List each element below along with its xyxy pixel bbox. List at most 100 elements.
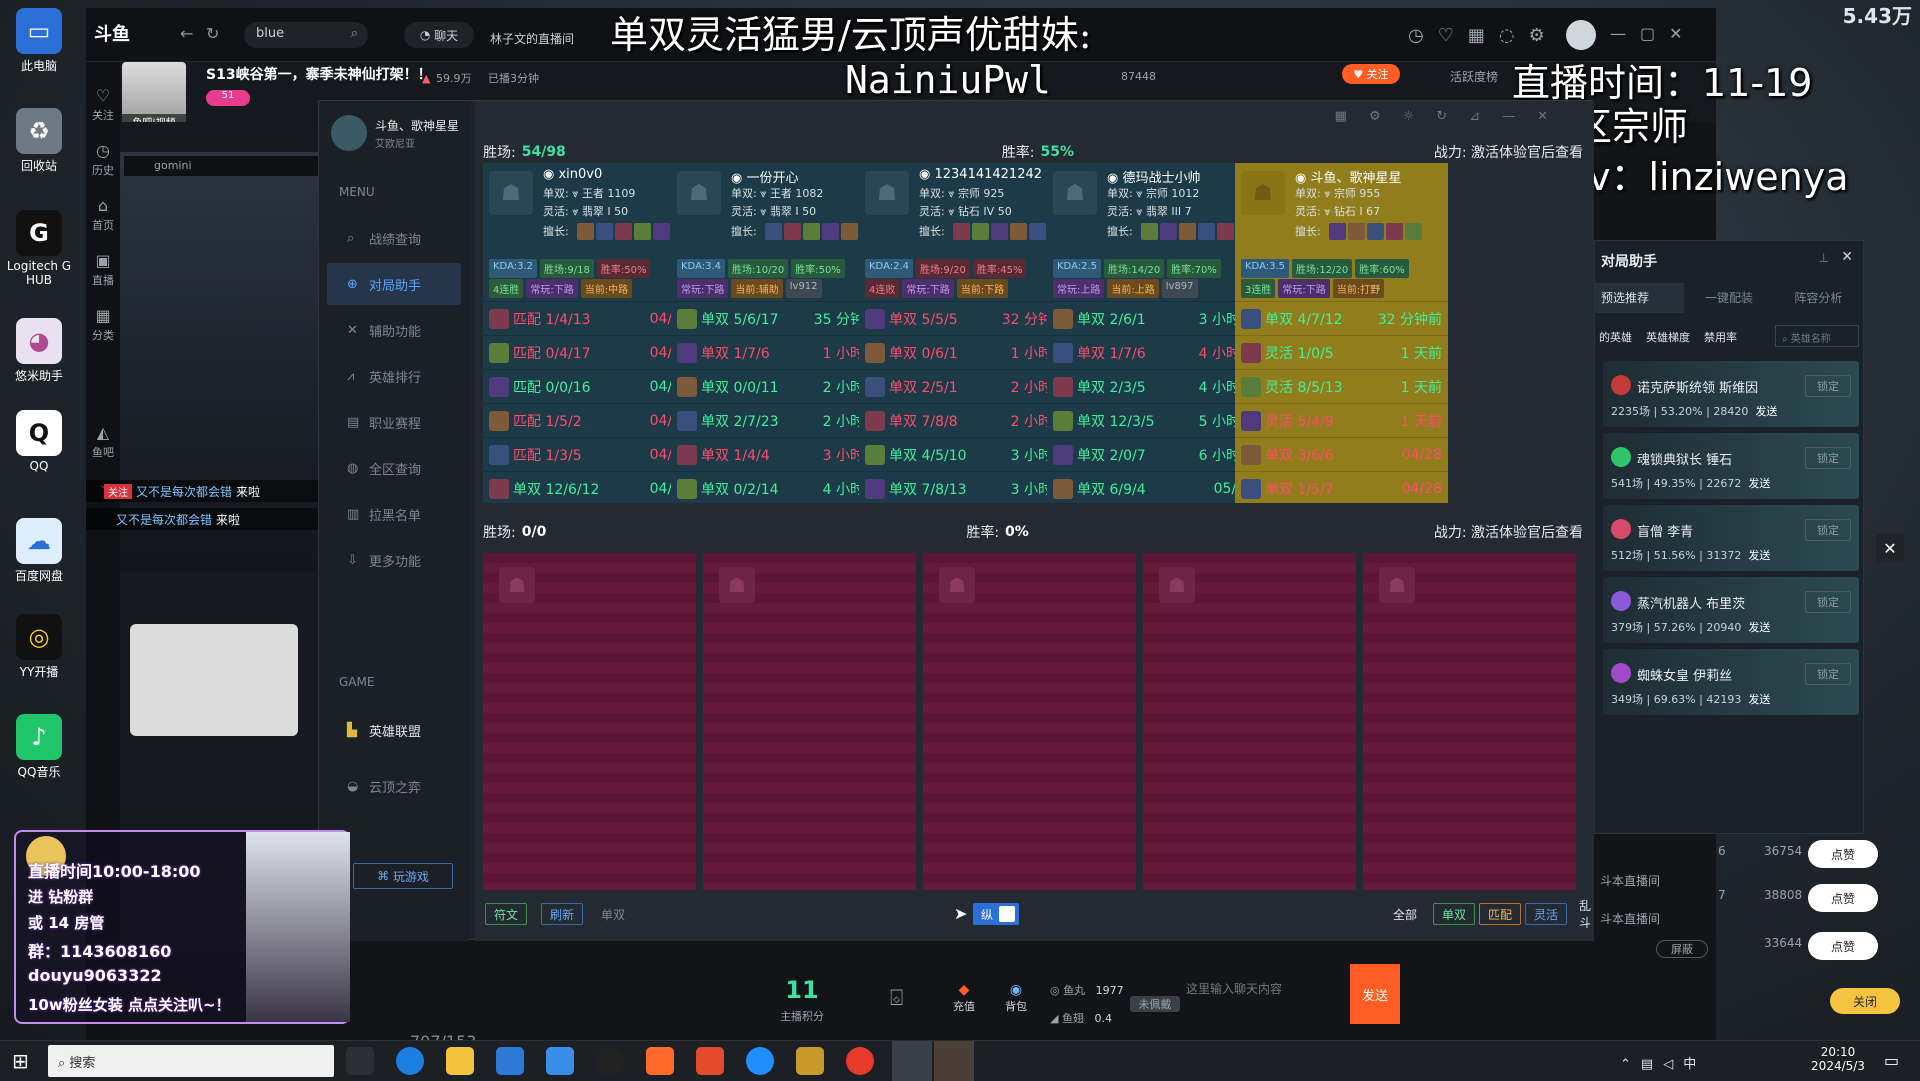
search-icon[interactable]: ⌕ xyxy=(351,26,358,41)
volume-icon[interactable]: ◁ xyxy=(1663,1057,1683,1072)
match-row[interactable]: 单双 2/6/1 3 小时前 xyxy=(1047,301,1260,335)
champion-icon[interactable] xyxy=(1141,223,1158,240)
like-button[interactable]: 点赞 xyxy=(1808,932,1878,960)
summoner-avatar[interactable] xyxy=(331,115,367,151)
champion-icon[interactable] xyxy=(841,223,858,240)
subtab-my-heroes[interactable]: 的英雄 xyxy=(1599,329,1632,345)
champion-icon[interactable] xyxy=(765,223,782,240)
refresh-icon[interactable]: ↻ xyxy=(206,24,219,43)
champion-icon[interactable] xyxy=(1198,223,1215,240)
tab-room[interactable]: 林子文的直播间 xyxy=(490,30,574,47)
send-link[interactable]: 发送 xyxy=(1748,693,1770,706)
chat-button[interactable]: ◔ 聊天 xyxy=(404,22,474,48)
hero-search-input[interactable]: ⌕ 英雄名称 xyxy=(1775,325,1859,347)
nav-follow[interactable]: ♡ 关注 xyxy=(86,86,120,123)
match-row[interactable]: 匹配 1/3/5 04/28 xyxy=(483,437,696,471)
champion-icon[interactable] xyxy=(1367,223,1384,240)
filter-aram[interactable]: 乱斗 xyxy=(1571,899,1599,930)
play-game-button[interactable]: ⌘ 玩游戏 xyxy=(353,863,453,889)
hero-recommend-item[interactable]: 诺克萨斯统领 斯维因 2235场 | 53.20% | 28420 发送 锁定 xyxy=(1603,361,1859,427)
subtab-ban[interactable]: 禁用率 xyxy=(1704,329,1737,345)
menu-item-record-search[interactable]: ⌕ 战绩查询 xyxy=(327,217,461,259)
close-button[interactable]: 关闭 xyxy=(1830,988,1900,1014)
obs-icon[interactable] xyxy=(596,1047,624,1075)
enemy-card[interactable]: ☗ xyxy=(1363,553,1576,890)
calendar-icon[interactable]: ▦ xyxy=(1468,25,1499,46)
match-row[interactable]: 匹配 0/0/16 04/28 xyxy=(483,369,696,403)
follow-button[interactable]: ♥ 关注 xyxy=(1342,64,1400,84)
windows-icon[interactable]: ⊞ xyxy=(12,1049,29,1073)
menu-item-pro-schedule[interactable]: ▤ 职业赛程 xyxy=(327,401,461,443)
player-name[interactable]: ◉ 斗鱼、歌神星星 xyxy=(1295,167,1402,186)
match-row[interactable]: 灵活 5/4/9 1 天前 xyxy=(1235,403,1448,437)
champion-icon[interactable] xyxy=(784,223,801,240)
match-row[interactable]: 单双 0/6/1 1 小时前 xyxy=(859,335,1072,369)
game-tft[interactable]: ◒ 云顶之弈 xyxy=(327,765,461,807)
champion-icon[interactable] xyxy=(953,223,970,240)
close-icon[interactable]: ✕ xyxy=(1537,109,1570,124)
nav-category[interactable]: ▦ 分类 xyxy=(86,306,120,343)
match-row[interactable]: 单双 2/5/1 2 小时前 xyxy=(859,369,1072,403)
player-card[interactable]: ☗ ◉ 一份开心 单双: ⩔ 王者 1082 灵活: ⩔ 翡翠 I 50 擅长: KDA:… xyxy=(671,163,884,503)
tab-preselect[interactable]: 预选推荐 xyxy=(1595,283,1685,313)
champion-icon[interactable] xyxy=(991,223,1008,240)
refresh-button[interactable]: 刷新 xyxy=(541,903,584,925)
match-row[interactable]: 单双 5/6/17 35 分钟前 xyxy=(671,301,884,335)
close-icon[interactable]: ✕ xyxy=(1669,24,1696,43)
theme-icon[interactable]: ☼ xyxy=(1403,109,1437,124)
douyu-logo[interactable]: 斗鱼 xyxy=(94,20,164,48)
filter-match[interactable]: 匹配 xyxy=(1479,903,1522,925)
champion-icon[interactable] xyxy=(1160,223,1177,240)
settings-icon[interactable]: ⚙ xyxy=(1529,25,1559,46)
champion-icon[interactable] xyxy=(615,223,632,240)
match-row[interactable]: 匹配 0/4/17 04/29 xyxy=(483,335,696,369)
backpack-button[interactable]: ◉ 背包 xyxy=(996,982,1036,1014)
champion-icon[interactable] xyxy=(972,223,989,240)
filter-all[interactable]: 全部 xyxy=(1385,903,1425,925)
player-card[interactable]: ☗ ◉ 1234141421242 单双: ⩔ 宗师 925 灵活: ⩔ 钻石 IV … xyxy=(859,163,1072,503)
folder-icon[interactable] xyxy=(446,1047,474,1075)
layout-toggle[interactable]: 纵 xyxy=(973,903,1019,925)
player-name[interactable]: ◉ 一份开心 xyxy=(731,167,799,186)
player-card[interactable]: ☗ ◉ xin0v0 单双: ⩔ 王者 1109 灵活: ⩔ 翡翠 I 50 擅长: KD… xyxy=(483,163,696,503)
player-card[interactable]: ☗ ◉ 德玛战士小帅 单双: ⩔ 宗师 1012 灵活: ⩔ 翡翠 III 7 擅长: K… xyxy=(1047,163,1260,503)
match-row[interactable]: 单双 6/9/4 05/02 xyxy=(1047,471,1260,505)
player-name[interactable]: ◉ 德玛战士小帅 xyxy=(1107,167,1201,186)
lock-button[interactable]: 锁定 xyxy=(1805,519,1851,541)
block-toggle[interactable]: 屏蔽 xyxy=(1656,940,1708,958)
match-row[interactable]: 单双 1/7/6 1 小时前 xyxy=(671,335,884,369)
lock-button[interactable]: 锁定 xyxy=(1805,591,1851,613)
subtab-tier[interactable]: 英雄梯度 xyxy=(1646,329,1690,345)
ghub-icon[interactable] xyxy=(846,1047,874,1075)
gift-icon[interactable]: ⌺ xyxy=(890,986,903,1011)
match-row[interactable]: 单双 4/5/10 3 小时前 xyxy=(859,437,1072,471)
match-row[interactable]: 单双 1/7/6 4 小时前 xyxy=(1047,335,1260,369)
send-link[interactable]: 发送 xyxy=(1748,477,1770,490)
player-name[interactable]: ◉ xin0v0 xyxy=(543,167,602,182)
match-row[interactable]: 灵活 1/0/5 1 天前 xyxy=(1235,335,1448,369)
lock-button[interactable]: 锁定 xyxy=(1805,447,1851,469)
taskbar-search[interactable]: ⌕ 搜索 xyxy=(48,1045,334,1077)
game-lol[interactable]: ▙ 英雄联盟 xyxy=(327,709,461,751)
notification-icon[interactable]: ▭ xyxy=(1884,1051,1899,1070)
message-icon[interactable]: ◌ xyxy=(1499,25,1529,46)
desktop-icon-youmi[interactable]: ◕ 悠米助手 xyxy=(4,318,74,384)
tab-quick-build[interactable]: 一键配装 xyxy=(1684,283,1773,313)
match-row[interactable]: 匹配 1/5/2 04/28 xyxy=(483,403,696,437)
champion-icon[interactable] xyxy=(1405,223,1422,240)
store-icon[interactable] xyxy=(496,1047,524,1075)
match-row[interactable]: 单双 2/0/7 6 小时前 xyxy=(1047,437,1260,471)
desktop-icon-pc[interactable]: ▭ 此电脑 xyxy=(4,8,74,74)
filter-flex[interactable]: 灵活 xyxy=(1525,903,1568,925)
menu-item-more[interactable]: ⇩ 更多功能 xyxy=(327,539,461,581)
recharge-button[interactable]: ◆ 充值 xyxy=(944,982,984,1014)
tab-activity[interactable]: 活跃度榜 xyxy=(1450,68,1498,85)
lock-button[interactable]: 锁定 xyxy=(1805,375,1851,397)
youmi-icon-2[interactable] xyxy=(934,1041,974,1081)
chevron-up-icon[interactable]: ⌃ xyxy=(1620,1057,1641,1072)
ime-indicator[interactable]: 中 xyxy=(1683,1057,1706,1072)
desktop-icon-yy[interactable]: ◎ YY开播 xyxy=(4,614,74,680)
edge-icon[interactable] xyxy=(396,1047,424,1075)
douyu-live-icon[interactable] xyxy=(696,1047,724,1075)
send-link[interactable]: 发送 xyxy=(1748,621,1770,634)
